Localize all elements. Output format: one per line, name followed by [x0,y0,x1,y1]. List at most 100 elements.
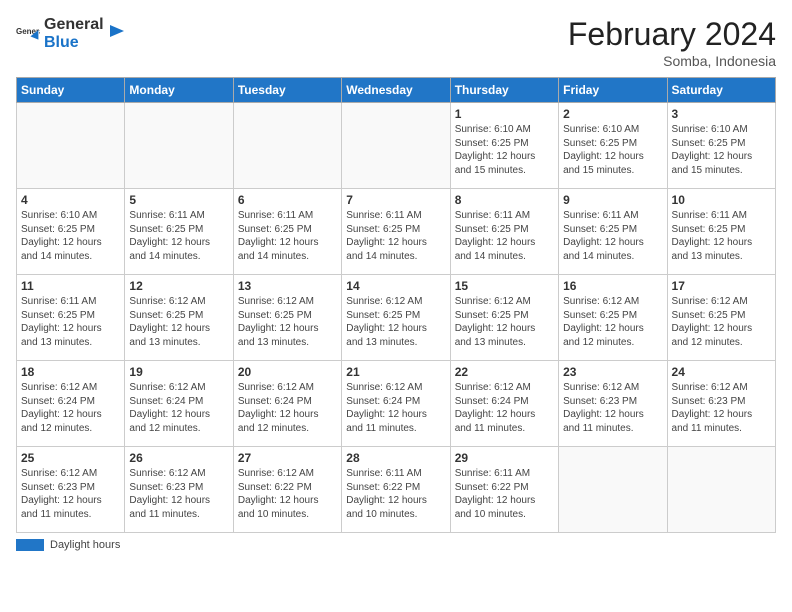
day-info: Sunrise: 6:11 AM Sunset: 6:25 PM Dayligh… [455,209,554,263]
day-number: 12 [129,279,228,293]
calendar-table: SundayMondayTuesdayWednesdayThursdayFrid… [16,77,776,533]
calendar-day-cell: 27Sunrise: 6:12 AM Sunset: 6:22 PM Dayli… [233,447,341,533]
day-number: 8 [455,193,554,207]
calendar-day-header: Thursday [450,78,558,103]
calendar-day-cell: 4 Sunrise: 6:10 AM Sunset: 6:25 PM Daylig… [17,189,125,275]
calendar-day-cell [233,103,341,189]
calendar-day-header: Monday [125,78,233,103]
day-number: 10 [672,193,771,207]
day-number: 24 [672,365,771,379]
calendar-day-cell: 3 Sunrise: 6:10 AM Sunset: 6:25 PM Daylig… [667,103,775,189]
day-number: 4 [21,193,120,207]
day-info: Sunrise: 6:12 AM Sunset: 6:25 PM Dayligh… [563,295,662,349]
calendar-day-header: Sunday [17,78,125,103]
calendar-day-cell: 21 Sunrise: 6:12 AM Sunset: 6:24 PM Dayli… [342,361,450,447]
calendar-day-cell: 12 Sunrise: 6:12 AM Sunset: 6:25 PM Dayli… [125,275,233,361]
day-info: Sunrise: 6:10 AM Sunset: 6:25 PM Dayligh… [21,209,120,263]
logo-flag-icon [108,23,126,45]
day-number: 22 [455,365,554,379]
day-info: Sunrise: 6:11 AM Sunset: 6:22 PM Dayligh… [346,467,445,521]
calendar-week-row: 4 Sunrise: 6:10 AM Sunset: 6:25 PM Daylig… [17,189,776,275]
day-info: Sunrise: 6:12 AM Sunset: 6:24 PM Dayligh… [129,381,228,435]
day-number: 23 [563,365,662,379]
day-info: Sunrise: 6:12 AM Sunset: 6:24 PM Dayligh… [346,381,445,435]
calendar-day-cell [667,447,775,533]
logo-blue: Blue [44,34,104,52]
day-number: 26 [129,451,228,465]
logo: General General Blue [16,16,126,51]
logo-general: General [44,16,104,34]
calendar-day-cell: 25Sunrise: 6:12 AM Sunset: 6:23 PM Dayli… [17,447,125,533]
title-block: February 2024 Somba, Indonesia [568,16,776,69]
day-number: 13 [238,279,337,293]
day-number: 9 [563,193,662,207]
calendar-header-row: SundayMondayTuesdayWednesdayThursdayFrid… [17,78,776,103]
day-info: Sunrise: 6:12 AM Sunset: 6:25 PM Dayligh… [346,295,445,349]
day-info: Sunrise: 6:12 AM Sunset: 6:23 PM Dayligh… [672,381,771,435]
footer-label: Daylight hours [50,539,120,551]
day-info: Sunrise: 6:11 AM Sunset: 6:25 PM Dayligh… [238,209,337,263]
day-number: 27 [238,451,337,465]
day-number: 16 [563,279,662,293]
calendar-day-cell [17,103,125,189]
calendar-day-cell: 9 Sunrise: 6:11 AM Sunset: 6:25 PM Daylig… [559,189,667,275]
day-info: Sunrise: 6:12 AM Sunset: 6:25 PM Dayligh… [455,295,554,349]
day-number: 11 [21,279,120,293]
day-number: 1 [455,107,554,121]
calendar-day-cell: 26 Sunrise: 6:12 AM Sunset: 6:23 PM Dayli… [125,447,233,533]
day-number: 15 [455,279,554,293]
calendar-day-cell: 5Sunrise: 6:11 AM Sunset: 6:25 PM Daylig… [125,189,233,275]
calendar-week-row: 11Sunrise: 6:11 AM Sunset: 6:25 PM Dayli… [17,275,776,361]
day-info: Sunrise: 6:11 AM Sunset: 6:25 PM Dayligh… [129,209,228,263]
calendar-day-cell: 6 Sunrise: 6:11 AM Sunset: 6:25 PM Daylig… [233,189,341,275]
day-info: Sunrise: 6:12 AM Sunset: 6:24 PM Dayligh… [238,381,337,435]
day-info: Sunrise: 6:11 AM Sunset: 6:25 PM Dayligh… [563,209,662,263]
day-info: Sunrise: 6:10 AM Sunset: 6:25 PM Dayligh… [563,123,662,177]
calendar-day-cell: 10 Sunrise: 6:11 AM Sunset: 6:25 PM Dayli… [667,189,775,275]
footer: Daylight hours [16,539,776,551]
location: Somba, Indonesia [568,53,776,69]
calendar-day-cell: 17Sunrise: 6:12 AM Sunset: 6:25 PM Dayli… [667,275,775,361]
month-title: February 2024 [568,16,776,53]
day-info: Sunrise: 6:12 AM Sunset: 6:25 PM Dayligh… [129,295,228,349]
day-number: 29 [455,451,554,465]
calendar-day-cell: 13 Sunrise: 6:12 AM Sunset: 6:25 PM Dayli… [233,275,341,361]
day-number: 2 [563,107,662,121]
daylight-swatch [16,539,44,551]
calendar-day-cell [342,103,450,189]
day-info: Sunrise: 6:10 AM Sunset: 6:25 PM Dayligh… [672,123,771,177]
calendar-day-cell: 20 Sunrise: 6:12 AM Sunset: 6:24 PM Dayli… [233,361,341,447]
day-info: Sunrise: 6:12 AM Sunset: 6:24 PM Dayligh… [21,381,120,435]
calendar-day-cell: 19Sunrise: 6:12 AM Sunset: 6:24 PM Dayli… [125,361,233,447]
day-number: 6 [238,193,337,207]
calendar-day-cell [559,447,667,533]
calendar-day-header: Wednesday [342,78,450,103]
calendar-day-cell: 22 Sunrise: 6:12 AM Sunset: 6:24 PM Dayli… [450,361,558,447]
day-info: Sunrise: 6:12 AM Sunset: 6:24 PM Dayligh… [455,381,554,435]
calendar-day-cell: 29Sunrise: 6:11 AM Sunset: 6:22 PM Dayli… [450,447,558,533]
page-header: General General Blue February 2024 Somba… [16,16,776,69]
day-info: Sunrise: 6:12 AM Sunset: 6:23 PM Dayligh… [21,467,120,521]
calendar-day-cell: 11Sunrise: 6:11 AM Sunset: 6:25 PM Dayli… [17,275,125,361]
day-info: Sunrise: 6:11 AM Sunset: 6:25 PM Dayligh… [672,209,771,263]
day-number: 20 [238,365,337,379]
calendar-week-row: 25Sunrise: 6:12 AM Sunset: 6:23 PM Dayli… [17,447,776,533]
calendar-day-header: Saturday [667,78,775,103]
calendar-day-cell: 23 Sunrise: 6:12 AM Sunset: 6:23 PM Dayli… [559,361,667,447]
calendar-day-cell: 8 Sunrise: 6:11 AM Sunset: 6:25 PM Daylig… [450,189,558,275]
calendar-week-row: 1 Sunrise: 6:10 AM Sunset: 6:25 PM Daylig… [17,103,776,189]
logo-icon: General [16,22,40,46]
day-number: 14 [346,279,445,293]
day-number: 18 [21,365,120,379]
day-number: 28 [346,451,445,465]
calendar-day-cell: 28 Sunrise: 6:11 AM Sunset: 6:22 PM Dayli… [342,447,450,533]
calendar-day-cell: 1 Sunrise: 6:10 AM Sunset: 6:25 PM Daylig… [450,103,558,189]
day-info: Sunrise: 6:12 AM Sunset: 6:23 PM Dayligh… [563,381,662,435]
day-info: Sunrise: 6:12 AM Sunset: 6:23 PM Dayligh… [129,467,228,521]
calendar-day-cell: 2 Sunrise: 6:10 AM Sunset: 6:25 PM Daylig… [559,103,667,189]
day-info: Sunrise: 6:11 AM Sunset: 6:25 PM Dayligh… [346,209,445,263]
day-info: Sunrise: 6:12 AM Sunset: 6:25 PM Dayligh… [238,295,337,349]
day-number: 3 [672,107,771,121]
day-number: 21 [346,365,445,379]
day-info: Sunrise: 6:10 AM Sunset: 6:25 PM Dayligh… [455,123,554,177]
